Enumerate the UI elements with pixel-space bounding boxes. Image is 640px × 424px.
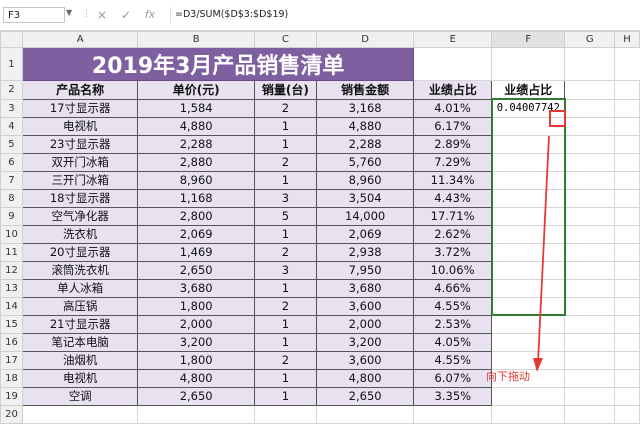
drag-down-annotation: 向下拖动	[486, 370, 530, 383]
cell[interactable]	[491, 404, 566, 424]
cell[interactable]	[137, 404, 255, 424]
cell[interactable]	[564, 404, 616, 424]
cell[interactable]	[614, 404, 640, 424]
cell[interactable]	[413, 404, 493, 424]
row-header[interactable]: 20	[0, 404, 23, 424]
row-20: 20	[0, 404, 640, 424]
drag-down-arrow-icon	[533, 135, 550, 372]
cell[interactable]	[21, 404, 139, 424]
cell[interactable]	[315, 404, 415, 424]
cell[interactable]	[253, 404, 317, 424]
